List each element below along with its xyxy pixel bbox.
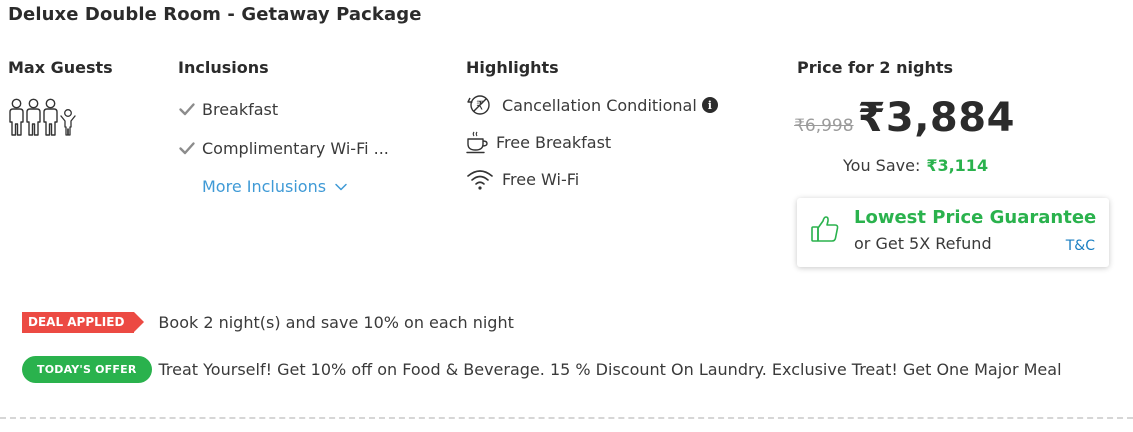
price-block: ₹6,998 ₹3,884	[794, 92, 1015, 144]
highlight-wifi: Free Wi-Fi	[466, 166, 718, 192]
guarantee-title: Lowest Price Guarantee	[854, 207, 1097, 228]
max-guests-heading: Max Guests	[8, 58, 113, 77]
highlight-label: Cancellation Conditional	[502, 95, 697, 115]
highlight-label: Free Wi-Fi	[502, 169, 580, 189]
lowest-price-guarantee-card: Lowest Price Guarantee or Get 5X Refund …	[797, 198, 1109, 267]
inclusions-heading: Inclusions	[178, 58, 269, 77]
highlights-heading: Highlights	[466, 58, 559, 77]
adult-icon	[26, 98, 41, 136]
highlight-breakfast: Free Breakfast	[466, 129, 718, 155]
todays-offer-badge: TODAY'S OFFER	[22, 356, 152, 383]
info-icon[interactable]: i	[701, 97, 718, 113]
inclusion-breakfast: Breakfast	[178, 98, 389, 120]
adult-icon	[43, 98, 58, 136]
max-guests-icons	[8, 98, 77, 138]
inclusion-label: Breakfast	[202, 99, 279, 119]
highlight-cancellation: ₹ Cancellation Conditional i	[466, 92, 718, 118]
you-save-amount: ₹3,114	[926, 156, 989, 175]
child-icon	[60, 109, 76, 136]
more-inclusions-link[interactable]: More Inclusions	[202, 177, 348, 196]
thumbs-up-icon	[811, 216, 839, 242]
check-icon	[179, 103, 195, 116]
adult-icon	[9, 98, 24, 136]
inclusion-label: Complimentary Wi-Fi ...	[202, 138, 389, 158]
coffee-cup-icon	[466, 131, 488, 154]
original-price: ₹6,998	[794, 116, 854, 136]
wifi-icon	[467, 170, 493, 190]
you-save-row: You Save: ₹3,114	[843, 156, 988, 175]
more-inclusions-label: More Inclusions	[202, 177, 327, 196]
guarantee-subtitle: or Get 5X Refund	[854, 234, 992, 253]
highlight-label: Free Breakfast	[496, 132, 612, 152]
offer-text: Treat Yourself! Get 10% off on Food & Be…	[158, 360, 1062, 379]
deal-text: Book 2 night(s) and save 10% on each nig…	[158, 313, 514, 332]
highlights-list: ₹ Cancellation Conditional i Free Breakf…	[466, 92, 718, 203]
chevron-down-icon	[335, 183, 347, 190]
discounted-price: ₹3,884	[857, 95, 1015, 141]
deal-applied-badge: DEAL APPLIED	[22, 312, 145, 333]
room-title: Deluxe Double Room - Getaway Package	[8, 4, 422, 25]
inclusion-wifi: Complimentary Wi-Fi ...	[178, 137, 389, 159]
offer-row: TODAY'S OFFER Treat Yourself! Get 10% of…	[22, 356, 1062, 383]
deal-row: DEAL APPLIED Book 2 night(s) and save 10…	[22, 312, 514, 333]
terms-link[interactable]: T&C	[1066, 238, 1095, 254]
cancellation-rupee-icon: ₹	[467, 95, 490, 115]
price-heading: Price for 2 nights	[797, 58, 954, 77]
inclusions-list: Breakfast Complimentary Wi-Fi ...	[178, 98, 389, 176]
check-icon	[179, 142, 195, 155]
divider	[0, 417, 1133, 419]
you-save-label: You Save:	[843, 156, 921, 175]
